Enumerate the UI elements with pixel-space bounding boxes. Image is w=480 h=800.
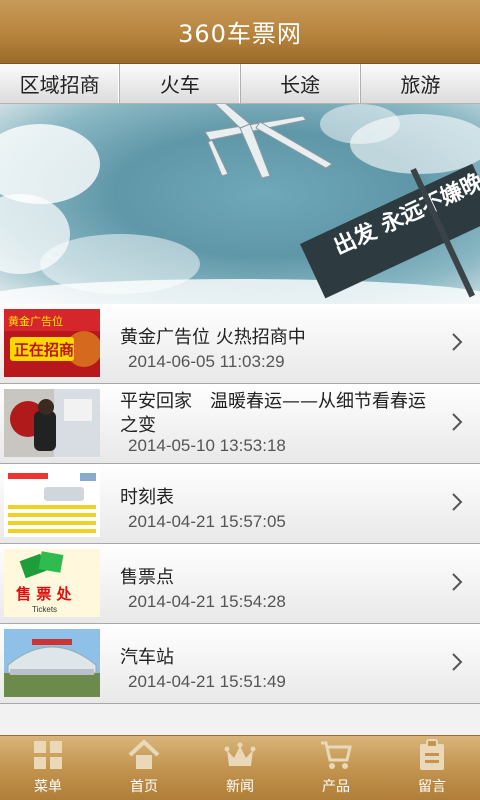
item-title: 时刻表 — [120, 487, 174, 508]
gold-ad-thumbnail: 黄金广告位 正在招商 — [4, 309, 100, 377]
list-item[interactable]: 汽车站 2014-04-21 15:51:49 — [0, 624, 480, 704]
tab-train[interactable]: 火车 — [120, 64, 241, 103]
nav-products-label: 产品 — [322, 779, 350, 795]
item-title: 售票点 — [120, 567, 174, 588]
nav-menu-label: 菜单 — [34, 779, 62, 795]
grid-icon — [34, 741, 62, 769]
crown-icon — [224, 742, 256, 766]
thumb-text-ticket-office: 售 票 处 — [16, 585, 72, 603]
thumb-text-recruiting: 正在招商 — [14, 341, 74, 359]
chevron-right-icon — [452, 413, 463, 431]
hero-banner[interactable]: 出发 永远不嫌晚 — [0, 104, 480, 304]
bus-station-thumbnail — [4, 629, 100, 697]
nav-home[interactable]: 首页 — [96, 736, 192, 800]
thumb-text-gold-ad: 黄金广告位 — [8, 314, 63, 328]
tab-long-distance[interactable]: 长途 — [241, 64, 361, 103]
category-tabs: 区域招商 火车 长途 旅游 — [0, 64, 480, 104]
timetable-thumbnail — [4, 469, 100, 537]
item-title: 黄金广告位 火热招商中 — [120, 327, 306, 348]
nav-news-label: 新闻 — [226, 779, 254, 795]
nav-message-label: 留言 — [418, 779, 446, 795]
item-date: 2014-06-05 11:03:29 — [128, 352, 285, 371]
thumb-text-tickets: Tickets — [32, 605, 57, 614]
nav-home-label: 首页 — [130, 779, 158, 795]
spring-travel-thumbnail — [4, 389, 100, 457]
item-date: 2014-04-21 15:57:05 — [128, 512, 286, 531]
nav-message[interactable]: 留言 — [384, 736, 480, 800]
list-item[interactable]: 平安回家 温暖春运——从细节看春运之变 2014-05-10 13:53:18 — [0, 384, 480, 464]
item-date: 2014-04-21 15:51:49 — [128, 672, 286, 691]
app-title: 360车票网 — [178, 20, 302, 48]
list-item[interactable]: 黄金广告位 正在招商 黄金广告位 火热招商中 2014-06-05 11:03:… — [0, 304, 480, 384]
tab-travel[interactable]: 旅游 — [361, 64, 480, 103]
item-date: 2014-04-21 15:54:28 — [128, 592, 286, 611]
home-icon — [128, 739, 160, 769]
nav-menu[interactable]: 菜单 — [0, 736, 96, 800]
app-screen: 360车票网 区域招商 火车 长途 旅游 出发 永远不嫌晚 黄金广告位 正在招商… — [0, 0, 480, 800]
cart-icon — [321, 741, 352, 769]
ticket-office-thumbnail: 售 票 处 Tickets — [4, 549, 100, 617]
list-item[interactable]: 售 票 处 Tickets 售票点 2014-04-21 15:54:28 — [0, 544, 480, 624]
chevron-right-icon — [452, 493, 463, 511]
item-date: 2014-05-10 13:53:18 — [128, 436, 286, 455]
nav-products[interactable]: 产品 — [288, 736, 384, 800]
airplane-banner-image: 出发 永远不嫌晚 — [0, 104, 480, 304]
chevron-right-icon — [452, 653, 463, 671]
list-item[interactable]: 时刻表 2014-04-21 15:57:05 — [0, 464, 480, 544]
clipboard-icon — [420, 739, 444, 770]
item-title: 汽车站 — [120, 647, 174, 668]
chevron-right-icon — [452, 333, 463, 351]
nav-news[interactable]: 新闻 — [192, 736, 288, 800]
chevron-right-icon — [452, 573, 463, 591]
news-list: 黄金广告位 正在招商 黄金广告位 火热招商中 2014-06-05 11:03:… — [0, 304, 480, 704]
bottom-nav: 菜单 首页 新闻 产品 留言 — [0, 735, 480, 800]
item-title: 平安回家 温暖春运——从细节看春运之变 — [120, 391, 426, 436]
tab-regional-investment[interactable]: 区域招商 — [0, 64, 121, 103]
app-header: 360车票网 — [0, 0, 480, 64]
